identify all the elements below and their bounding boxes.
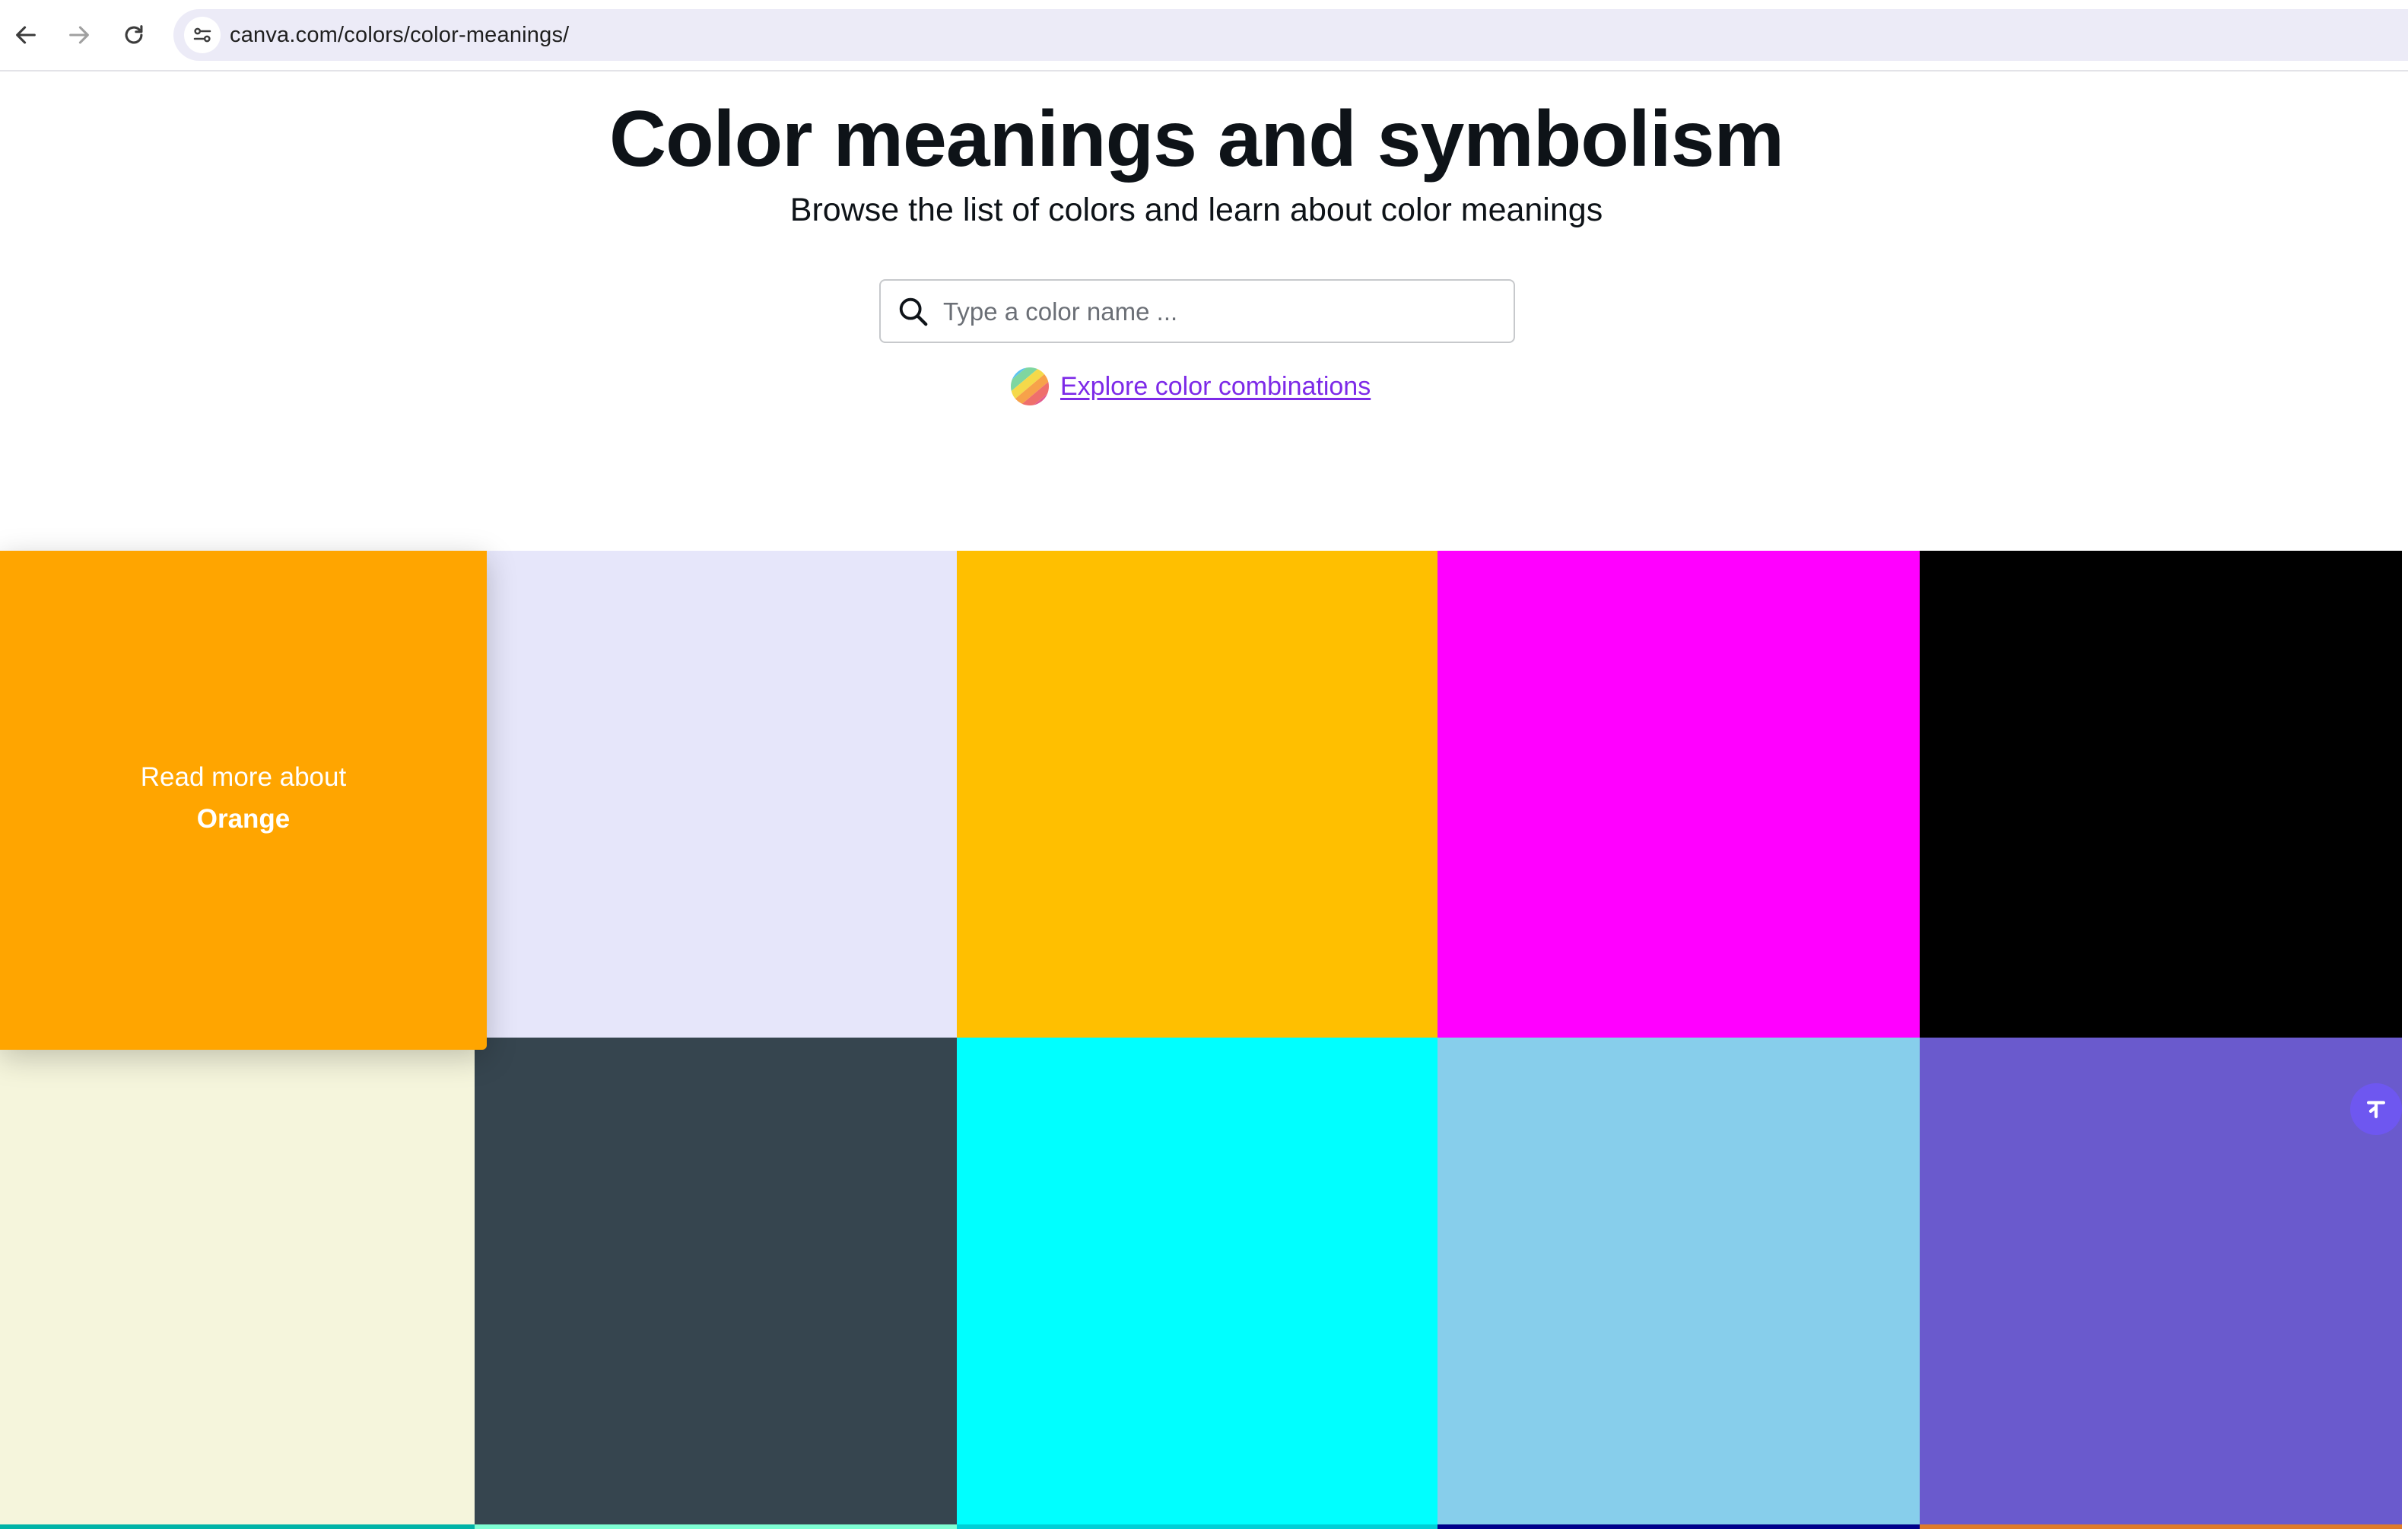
browser-toolbar: canva.com/colors/color-meanings/ xyxy=(0,0,2408,72)
page-title: Color meanings and symbolism xyxy=(609,95,1784,183)
reload-button[interactable] xyxy=(114,15,154,55)
next-row-edge xyxy=(1437,1524,1920,1529)
tile-hover-label: Read more about Orange xyxy=(0,756,487,840)
page-subtitle: Browse the list of colors and learn abou… xyxy=(789,192,1603,228)
assistant-icon xyxy=(2366,1101,2386,1119)
forward-button[interactable] xyxy=(59,15,99,55)
color-tile[interactable] xyxy=(1437,1038,1920,1529)
arrow-right-icon xyxy=(69,26,89,44)
color-tile[interactable] xyxy=(957,1038,1437,1529)
color-search-box[interactable] xyxy=(879,279,1515,343)
next-row-edge xyxy=(957,1524,1437,1529)
color-tile[interactable] xyxy=(481,551,957,1038)
color-tile[interactable] xyxy=(957,551,1437,1038)
explore-combinations-text[interactable]: Explore color combinations xyxy=(1060,372,1371,402)
color-tile-hovered[interactable]: Read more about Orange xyxy=(0,551,487,1050)
reload-icon xyxy=(125,25,143,44)
explore-combinations-link[interactable]: Explore color combinations xyxy=(1010,365,1371,408)
color-name: Orange xyxy=(196,804,291,834)
url-text[interactable]: canva.com/colors/color-meanings/ xyxy=(230,9,569,61)
next-row-edge xyxy=(1920,1524,2402,1529)
color-tile[interactable] xyxy=(1920,551,2402,1038)
color-grid: Read more about Orange xyxy=(0,551,2402,1529)
color-tile[interactable] xyxy=(475,1038,957,1529)
tune-icon xyxy=(193,27,211,43)
color-tile[interactable] xyxy=(0,1038,475,1529)
back-button[interactable] xyxy=(6,15,46,55)
floating-assistant-button[interactable] xyxy=(2350,1083,2402,1135)
color-search-input[interactable] xyxy=(942,281,1500,343)
read-more-text: Read more about xyxy=(140,762,347,792)
color-wheel-icon xyxy=(1011,367,1049,405)
next-row-edge xyxy=(475,1524,957,1529)
site-settings-button[interactable] xyxy=(184,17,221,53)
address-bar[interactable]: canva.com/colors/color-meanings/ xyxy=(173,9,2408,61)
color-tile[interactable] xyxy=(1437,551,1920,1038)
search-icon xyxy=(899,297,928,326)
next-row-edge xyxy=(0,1524,475,1529)
color-tile[interactable] xyxy=(1920,1038,2402,1529)
arrow-left-icon xyxy=(16,26,36,44)
